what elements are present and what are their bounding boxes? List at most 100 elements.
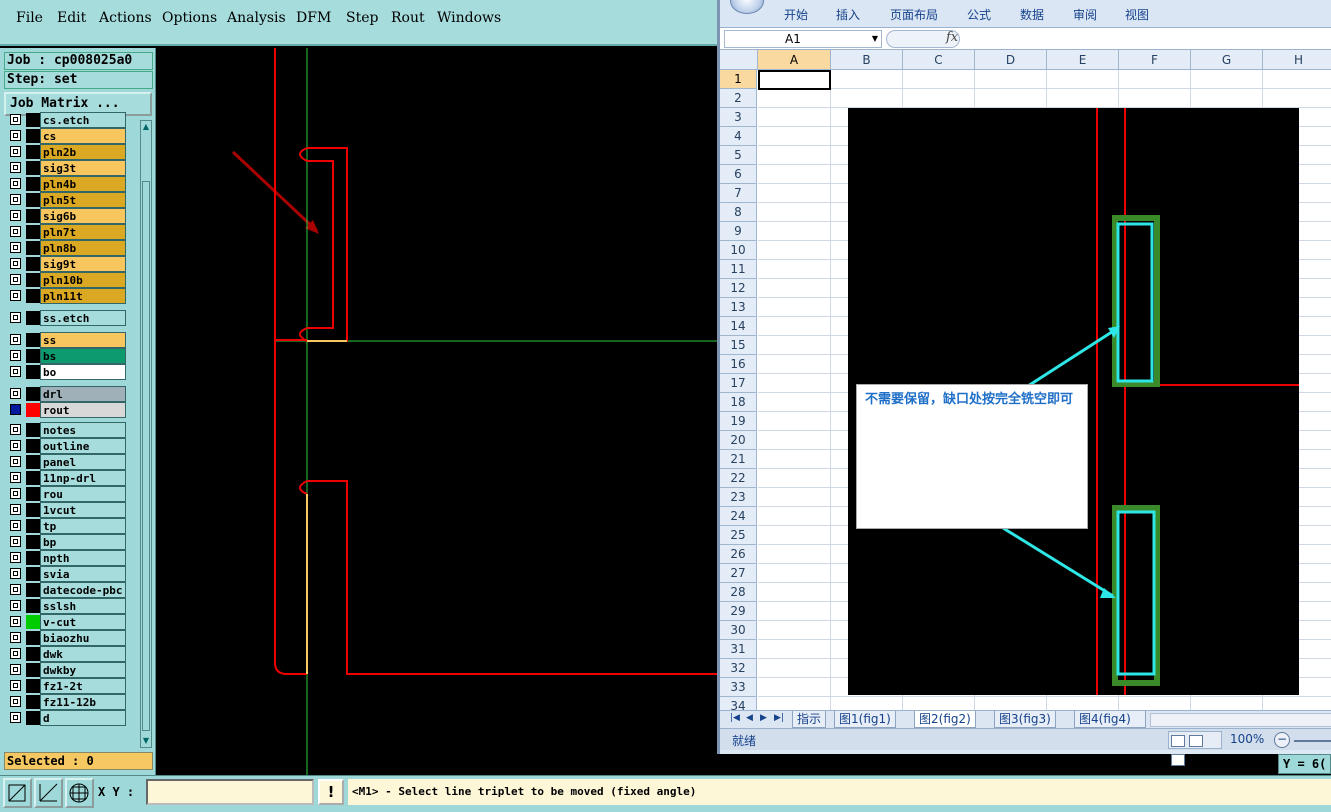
layer-row[interactable]: fz11-12b (4, 694, 138, 710)
layer-color-swatch[interactable] (26, 273, 40, 287)
view-buttons[interactable] (1168, 731, 1222, 766)
layer-row[interactable]: svia (4, 566, 138, 582)
layer-color-swatch[interactable] (26, 599, 40, 613)
layer-color-swatch[interactable] (26, 113, 40, 127)
row-header[interactable]: 9 (720, 222, 757, 241)
annotation-callout[interactable]: 不需要保留，缺口处按完全铣空即可 (856, 384, 1088, 529)
layer-name[interactable]: pln10b (40, 272, 126, 288)
row-header[interactable]: 27 (720, 564, 757, 583)
layer-name[interactable]: datecode-pbc (40, 582, 126, 598)
row-header[interactable]: 21 (720, 450, 757, 469)
sheet-tab-fig4[interactable]: 图4(fig4) (1074, 711, 1146, 728)
layer-name[interactable]: 1vcut (40, 502, 126, 518)
layer-row[interactable]: pln10b (4, 272, 138, 288)
row-header[interactable]: 2 (720, 89, 757, 108)
snap-grid-button[interactable] (65, 778, 94, 808)
menu-windows[interactable]: Windows (437, 10, 501, 26)
layer-color-swatch[interactable] (26, 177, 40, 191)
layer-name[interactable]: bp (40, 534, 126, 550)
layer-color-swatch[interactable] (26, 679, 40, 693)
menu-file[interactable]: File (16, 10, 43, 26)
layer-checkbox[interactable] (10, 696, 21, 707)
column-header[interactable]: D (975, 50, 1047, 70)
layer-name[interactable]: outline (40, 438, 126, 454)
row-header[interactable]: 8 (720, 203, 757, 222)
layer-checkbox[interactable] (10, 242, 21, 253)
layer-checkbox[interactable] (10, 404, 21, 415)
layer-checkbox[interactable] (10, 350, 21, 361)
layer-row[interactable]: dwkby (4, 662, 138, 678)
row-header[interactable]: 4 (720, 127, 757, 146)
layer-name[interactable]: fz11-12b (40, 694, 126, 710)
first-sheet-icon[interactable]: |◀ (730, 713, 740, 723)
layer-color-swatch[interactable] (26, 631, 40, 645)
layer-row[interactable]: fz1-2t (4, 678, 138, 694)
layer-row[interactable]: panel (4, 454, 138, 470)
layer-color-swatch[interactable] (26, 455, 40, 469)
column-header[interactable]: C (903, 50, 975, 70)
row-header[interactable]: 10 (720, 241, 757, 260)
active-cell[interactable] (758, 70, 831, 90)
layer-checkbox[interactable] (10, 600, 21, 611)
row-header[interactable]: 34 (720, 697, 757, 710)
sheet-tab-fig3[interactable]: 图3(fig3) (994, 711, 1056, 728)
layer-color-swatch[interactable] (26, 583, 40, 597)
layer-row[interactable]: bs (4, 348, 138, 364)
layer-row[interactable]: drl (4, 386, 138, 402)
layer-color-swatch[interactable] (26, 695, 40, 709)
layer-name[interactable]: panel (40, 454, 126, 470)
row-header[interactable]: 20 (720, 431, 757, 450)
layer-row[interactable]: bp (4, 534, 138, 550)
row-header[interactable]: 26 (720, 545, 757, 564)
layer-color-swatch[interactable] (26, 333, 40, 347)
layer-color-swatch[interactable] (26, 403, 40, 417)
zoom-level[interactable]: 100% (1230, 732, 1264, 746)
layer-name[interactable]: dwkby (40, 662, 126, 678)
prev-sheet-icon[interactable]: ◀ (746, 713, 753, 723)
page-layout-view-icon[interactable] (1189, 735, 1203, 747)
column-header[interactable]: B (831, 50, 903, 70)
tab-formulas[interactable]: 公式 (967, 6, 991, 23)
layer-color-swatch[interactable] (26, 145, 40, 159)
graphic-canvas[interactable] (157, 48, 717, 775)
row-header[interactable]: 18 (720, 393, 757, 412)
layer-row[interactable]: bo (4, 364, 138, 380)
office-button-icon[interactable] (730, 0, 764, 14)
row-header[interactable]: 23 (720, 488, 757, 507)
layer-row[interactable]: pln7t (4, 224, 138, 240)
sheet-tab-fig1[interactable]: 图1(fig1) (834, 711, 896, 728)
column-header[interactable]: G (1191, 50, 1263, 70)
menu-rout[interactable]: Rout (391, 10, 425, 26)
layer-name[interactable]: ss.etch (40, 310, 126, 326)
layer-color-swatch[interactable] (26, 615, 40, 629)
layer-color-swatch[interactable] (26, 471, 40, 485)
layer-color-swatch[interactable] (26, 535, 40, 549)
layer-name[interactable]: pln5t (40, 192, 126, 208)
layer-checkbox[interactable] (10, 290, 21, 301)
zoom-box-button[interactable] (3, 778, 32, 808)
layer-color-swatch[interactable] (26, 241, 40, 255)
layer-row[interactable]: notes (4, 422, 138, 438)
layer-color-swatch[interactable] (26, 129, 40, 143)
layer-name[interactable]: dwk (40, 646, 126, 662)
layer-name[interactable]: sig9t (40, 256, 126, 272)
row-header[interactable]: 1 (720, 70, 757, 89)
layer-name[interactable]: pln8b (40, 240, 126, 256)
sheet-tab-instructions[interactable]: 指示 (792, 711, 827, 728)
layer-color-swatch[interactable] (26, 365, 40, 379)
layer-checkbox[interactable] (10, 472, 21, 483)
layer-checkbox[interactable] (10, 504, 21, 515)
layer-color-swatch[interactable] (26, 567, 40, 581)
tab-home[interactable]: 开始 (784, 6, 808, 23)
layer-row[interactable]: npth (4, 550, 138, 566)
next-sheet-icon[interactable]: ▶ (760, 713, 767, 723)
layer-checkbox[interactable] (10, 552, 21, 563)
layer-name[interactable]: ss (40, 332, 126, 348)
layer-checkbox[interactable] (10, 568, 21, 579)
layer-color-swatch[interactable] (26, 519, 40, 533)
layer-row[interactable]: 1vcut (4, 502, 138, 518)
tab-review[interactable]: 审阅 (1073, 6, 1097, 23)
normal-view-icon[interactable] (1171, 735, 1185, 747)
row-header[interactable]: 33 (720, 678, 757, 697)
layer-checkbox[interactable] (10, 226, 21, 237)
